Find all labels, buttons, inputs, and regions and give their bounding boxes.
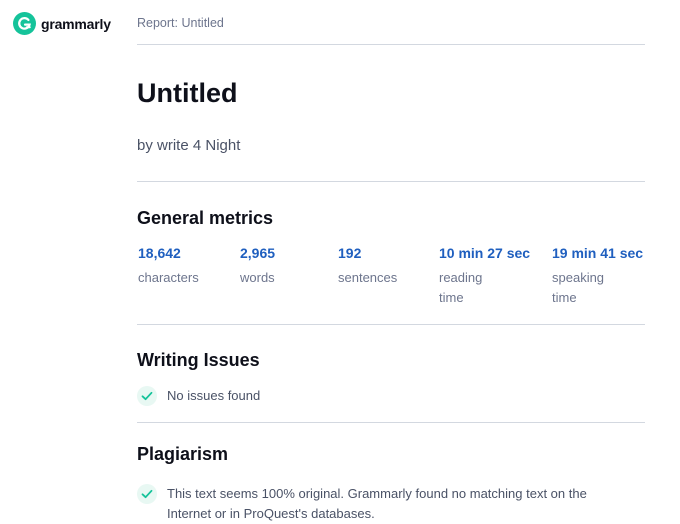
metric-characters: 18,642 characters (138, 244, 230, 288)
document-title: Untitled (137, 78, 238, 108)
grammarly-g-icon (13, 12, 36, 35)
plagiarism-text: This text seems 100% original. Grammarly… (167, 486, 587, 521)
plagiarism-heading: Plagiarism (137, 444, 229, 464)
grammarly-logo[interactable]: grammarly (13, 12, 111, 35)
metric-label: speaking time (552, 270, 605, 305)
metric-label: words (240, 270, 275, 285)
metric-reading-time: 10 min 27 sec reading time (439, 244, 530, 308)
document-byline: by write 4 Night (137, 137, 241, 154)
metric-label: characters (138, 270, 199, 285)
metric-value: 192 (338, 245, 362, 261)
report-title: Report: Untitled (137, 16, 224, 30)
metric-label: sentences (338, 270, 398, 285)
header-divider (137, 44, 645, 45)
metric-label: reading time (439, 270, 483, 305)
metric-value: 10 min 27 sec (439, 245, 531, 261)
checkmark-icon (137, 484, 157, 504)
metric-value: 2,965 (240, 245, 276, 261)
issues-divider (137, 422, 645, 423)
metric-value: 19 min 41 sec (552, 245, 644, 261)
checkmark-icon (137, 386, 157, 406)
metrics-divider (137, 324, 645, 325)
report-page: grammarly Report: Untitled Untitled by w… (0, 0, 680, 524)
metric-value: 18,642 (138, 245, 181, 261)
title-divider (137, 181, 645, 182)
metric-sentences: 192 sentences (338, 244, 430, 288)
general-metrics-heading: General metrics (137, 208, 274, 228)
metric-speaking-time: 19 min 41 sec speaking time (552, 244, 643, 308)
plagiarism-status: This text seems 100% original. Grammarly… (137, 484, 587, 524)
writing-issues-status: No issues found (137, 386, 260, 406)
writing-issues-text: No issues found (167, 388, 261, 403)
writing-issues-heading: Writing Issues (137, 350, 260, 370)
metric-words: 2,965 words (240, 244, 332, 288)
logo-wordmark: grammarly (41, 15, 111, 32)
